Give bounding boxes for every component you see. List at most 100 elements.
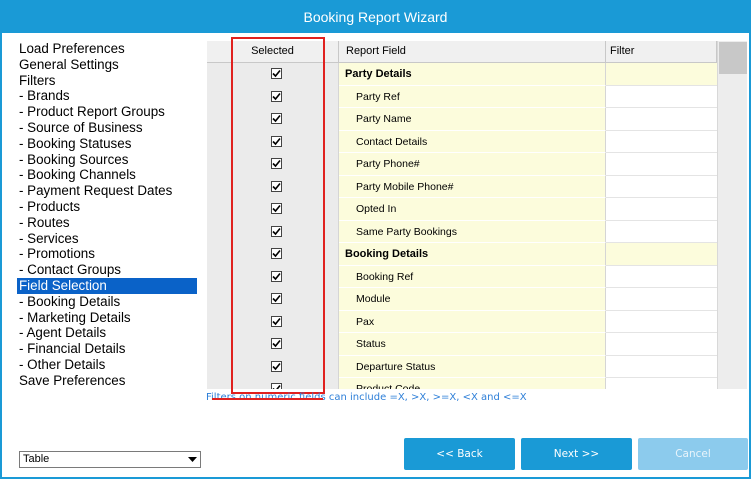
table-row[interactable]: Party Ref bbox=[207, 85, 717, 108]
wizard-step-item[interactable]: - Routes bbox=[17, 215, 197, 231]
report-field-label: Party Name bbox=[339, 108, 606, 131]
field-selected-checkbox[interactable] bbox=[271, 270, 282, 282]
selected-cell bbox=[207, 265, 339, 288]
output-format-value: Table bbox=[23, 453, 50, 465]
filter-cell[interactable] bbox=[606, 265, 717, 288]
filter-cell[interactable] bbox=[606, 220, 717, 243]
checkmark-icon bbox=[272, 227, 281, 235]
wizard-step-item[interactable]: - Other Details bbox=[17, 357, 197, 373]
wizard-step-item[interactable]: - Booking Statuses bbox=[17, 136, 197, 152]
field-selected-checkbox[interactable] bbox=[271, 113, 282, 124]
wizard-step-item[interactable]: - Source of Business bbox=[17, 120, 197, 136]
report-field-label: Pax bbox=[339, 310, 606, 333]
table-row[interactable]: Contact Details bbox=[207, 130, 717, 153]
field-selected-checkbox[interactable] bbox=[271, 203, 282, 214]
wizard-step-item[interactable]: Field Selection bbox=[17, 277, 197, 294]
table-row[interactable]: Party Details bbox=[207, 63, 717, 86]
filter-cell[interactable] bbox=[606, 175, 717, 198]
wizard-step-item[interactable]: - Products bbox=[17, 199, 197, 215]
selected-cell bbox=[207, 85, 339, 108]
wizard-step-item[interactable]: Save Preferences bbox=[17, 373, 197, 389]
table-row[interactable]: Party Mobile Phone# bbox=[207, 175, 717, 198]
table-row[interactable]: Module bbox=[207, 288, 717, 311]
field-selected-checkbox[interactable] bbox=[271, 158, 282, 169]
field-selected-checkbox[interactable] bbox=[271, 225, 282, 237]
table-row[interactable]: Booking Ref bbox=[207, 265, 717, 288]
table-row[interactable]: Party Name bbox=[207, 108, 717, 131]
report-field-label: Opted In bbox=[339, 198, 606, 221]
checkmark-icon bbox=[272, 137, 281, 145]
grid-scrollbar[interactable] bbox=[717, 41, 747, 389]
table-row[interactable]: Departure Status bbox=[207, 355, 717, 378]
wizard-step-item[interactable]: Filters bbox=[17, 73, 197, 89]
checkmark-icon bbox=[272, 69, 281, 78]
filter-cell[interactable] bbox=[606, 153, 717, 176]
annotation-underline bbox=[212, 398, 323, 400]
wizard-step-item[interactable]: Load Preferences bbox=[17, 41, 197, 57]
checkmark-icon bbox=[272, 249, 281, 258]
checkmark-icon bbox=[272, 272, 281, 280]
report-field-column-header[interactable]: Report Field bbox=[339, 41, 606, 63]
table-row[interactable]: Opted In bbox=[207, 198, 717, 221]
field-selected-checkbox[interactable] bbox=[271, 360, 282, 372]
wizard-step-item[interactable]: - Agent Details bbox=[17, 325, 197, 341]
filter-cell[interactable] bbox=[606, 108, 717, 131]
filter-cell[interactable] bbox=[606, 355, 717, 378]
output-format-select[interactable]: Table bbox=[19, 451, 201, 468]
wizard-step-item[interactable]: - Booking Sources bbox=[17, 152, 197, 168]
cancel-button[interactable]: Cancel bbox=[638, 438, 748, 470]
wizard-step-item[interactable]: - Payment Request Dates bbox=[17, 183, 197, 199]
field-selected-checkbox[interactable] bbox=[271, 293, 282, 304]
wizard-step-item[interactable]: General Settings bbox=[17, 57, 197, 73]
table-row[interactable]: Booking Details bbox=[207, 243, 717, 266]
table-row[interactable]: Party Phone# bbox=[207, 153, 717, 176]
filter-cell[interactable] bbox=[606, 333, 717, 356]
filter-cell[interactable] bbox=[606, 198, 717, 221]
field-selected-checkbox[interactable] bbox=[271, 315, 282, 327]
field-selected-checkbox[interactable] bbox=[271, 248, 282, 259]
back-button[interactable]: << Back bbox=[404, 438, 515, 470]
selected-column-header[interactable]: Selected bbox=[207, 41, 339, 63]
checkmark-icon bbox=[272, 182, 281, 190]
grid-header: Selected Report Field Filter bbox=[207, 41, 717, 63]
wizard-step-item[interactable]: - Booking Details bbox=[17, 294, 197, 310]
wizard-step-item[interactable]: - Brands bbox=[17, 88, 197, 104]
filter-cell[interactable] bbox=[606, 85, 717, 108]
checkmark-icon bbox=[272, 114, 281, 123]
selected-cell bbox=[207, 63, 339, 86]
filter-cell[interactable] bbox=[606, 63, 717, 86]
chevron-down-icon[interactable] bbox=[185, 452, 200, 467]
filter-cell[interactable] bbox=[606, 130, 717, 153]
field-selected-checkbox[interactable] bbox=[271, 135, 282, 147]
field-selected-checkbox[interactable] bbox=[271, 180, 282, 192]
grid-body: Party Details Party Ref Party Name Contact … bbox=[207, 63, 717, 389]
table-row[interactable]: Product Code bbox=[207, 378, 717, 389]
filter-cell[interactable] bbox=[606, 243, 717, 266]
report-field-label: Party Ref bbox=[339, 85, 606, 108]
filter-cell[interactable] bbox=[606, 310, 717, 333]
wizard-step-item[interactable]: - Booking Channels bbox=[17, 167, 197, 183]
table-row[interactable]: Same Party Bookings bbox=[207, 220, 717, 243]
filter-cell[interactable] bbox=[606, 288, 717, 311]
selected-cell bbox=[207, 130, 339, 153]
report-field-label: Same Party Bookings bbox=[339, 220, 606, 243]
wizard-step-item[interactable]: - Marketing Details bbox=[17, 310, 197, 326]
table-row[interactable]: Pax bbox=[207, 310, 717, 333]
filter-column-header[interactable]: Filter bbox=[606, 41, 717, 63]
table-row[interactable]: Status bbox=[207, 333, 717, 356]
next-button[interactable]: Next >> bbox=[521, 438, 632, 470]
field-selected-checkbox[interactable] bbox=[271, 383, 282, 389]
field-selected-checkbox[interactable] bbox=[271, 68, 282, 79]
wizard-step-item[interactable]: - Services bbox=[17, 231, 197, 247]
report-field-label: Module bbox=[339, 288, 606, 311]
wizard-step-item[interactable]: - Product Report Groups bbox=[17, 104, 197, 120]
field-selected-checkbox[interactable] bbox=[271, 338, 282, 349]
checkmark-icon bbox=[272, 339, 281, 348]
field-selected-checkbox[interactable] bbox=[271, 90, 282, 102]
wizard-step-item[interactable]: - Contact Groups bbox=[17, 262, 197, 278]
wizard-step-item[interactable]: - Financial Details bbox=[17, 341, 197, 357]
filter-cell[interactable] bbox=[606, 378, 717, 389]
selected-cell bbox=[207, 198, 339, 221]
scrollbar-thumb[interactable] bbox=[719, 42, 747, 74]
wizard-step-item[interactable]: - Promotions bbox=[17, 246, 197, 262]
